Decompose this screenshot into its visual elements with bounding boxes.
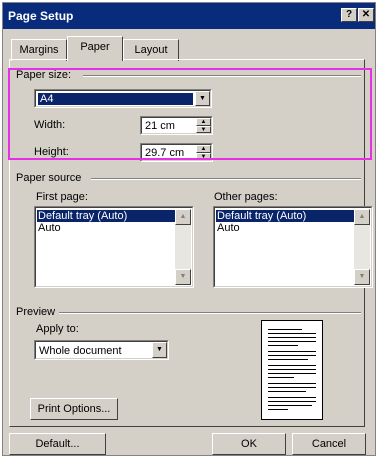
preview-text-line bbox=[268, 333, 316, 334]
scroll-down-arrow-icon[interactable]: ▼ bbox=[354, 269, 370, 285]
first-page-item-auto[interactable]: Auto bbox=[37, 222, 175, 234]
preview-text-line bbox=[268, 401, 316, 402]
print-options-button[interactable]: Print Options... bbox=[30, 398, 118, 420]
tab-paper[interactable]: Paper bbox=[67, 36, 123, 61]
apply-to-dropdown[interactable]: Whole document ▼ bbox=[34, 340, 169, 360]
other-pages-listbox[interactable]: Default tray (Auto) Auto ▲ ▼ bbox=[213, 206, 373, 288]
apply-to-dropdown-arrow-icon[interactable]: ▼ bbox=[152, 342, 167, 358]
preview-text-line bbox=[268, 337, 316, 338]
preview-text-line bbox=[268, 345, 298, 346]
preview-text-line bbox=[268, 397, 316, 398]
preview-text-line bbox=[268, 329, 302, 330]
default-button[interactable]: Default... bbox=[9, 433, 106, 455]
preview-group-label: Preview bbox=[16, 306, 56, 318]
apply-to-value: Whole document bbox=[39, 345, 122, 357]
tab-margins[interactable]: Margins bbox=[11, 39, 67, 61]
scroll-down-arrow-icon[interactable]: ▼ bbox=[175, 269, 191, 285]
apply-to-label: Apply to: bbox=[36, 323, 79, 335]
preview-text-line bbox=[268, 383, 316, 384]
page-preview bbox=[261, 320, 323, 420]
preview-text-line bbox=[268, 369, 316, 370]
first-page-scrollbar[interactable]: ▲ ▼ bbox=[175, 209, 191, 285]
paper-source-group-label: Paper source bbox=[16, 172, 82, 184]
help-button[interactable]: ? bbox=[341, 8, 357, 22]
cancel-button[interactable]: Cancel bbox=[292, 433, 366, 455]
tab-layout-label: Layout bbox=[134, 44, 168, 56]
preview-text-line bbox=[268, 365, 316, 366]
other-pages-item-auto[interactable]: Auto bbox=[216, 222, 354, 234]
title-bar: Page Setup ? ✕ bbox=[3, 3, 375, 29]
preview-text-line bbox=[268, 391, 306, 392]
paper-source-divider bbox=[91, 178, 361, 180]
first-page-label: First page: bbox=[36, 191, 88, 203]
scroll-up-arrow-icon[interactable]: ▲ bbox=[175, 209, 191, 225]
preview-text-line bbox=[268, 359, 308, 360]
preview-divider bbox=[59, 312, 361, 314]
preview-text-line bbox=[268, 373, 316, 374]
preview-text-line bbox=[268, 387, 316, 388]
first-page-item-default-tray[interactable]: Default tray (Auto) bbox=[37, 210, 175, 222]
preview-text-line bbox=[268, 405, 312, 406]
scroll-up-arrow-icon[interactable]: ▲ bbox=[354, 209, 370, 225]
preview-text-line bbox=[268, 341, 316, 342]
dialog-title: Page Setup bbox=[8, 9, 74, 23]
tab-paper-label: Paper bbox=[80, 41, 110, 53]
first-page-listbox[interactable]: Default tray (Auto) Auto ▲ ▼ bbox=[34, 206, 194, 288]
tab-margins-label: Margins bbox=[19, 44, 59, 56]
preview-text-line bbox=[268, 355, 316, 356]
highlight-box bbox=[8, 68, 372, 160]
other-pages-item-default-tray[interactable]: Default tray (Auto) bbox=[216, 210, 354, 222]
other-pages-label: Other pages: bbox=[214, 191, 278, 203]
close-button[interactable]: ✕ bbox=[358, 8, 374, 22]
preview-text-line bbox=[268, 409, 288, 410]
tab-layout[interactable]: Layout bbox=[123, 39, 179, 61]
preview-text-line bbox=[268, 377, 294, 378]
preview-text-line bbox=[268, 351, 316, 352]
ok-button[interactable]: OK bbox=[212, 433, 286, 455]
other-pages-scrollbar[interactable]: ▲ ▼ bbox=[354, 209, 370, 285]
page-setup-dialog: Page Setup ? ✕ Margins Paper Layout Pape… bbox=[2, 2, 376, 456]
